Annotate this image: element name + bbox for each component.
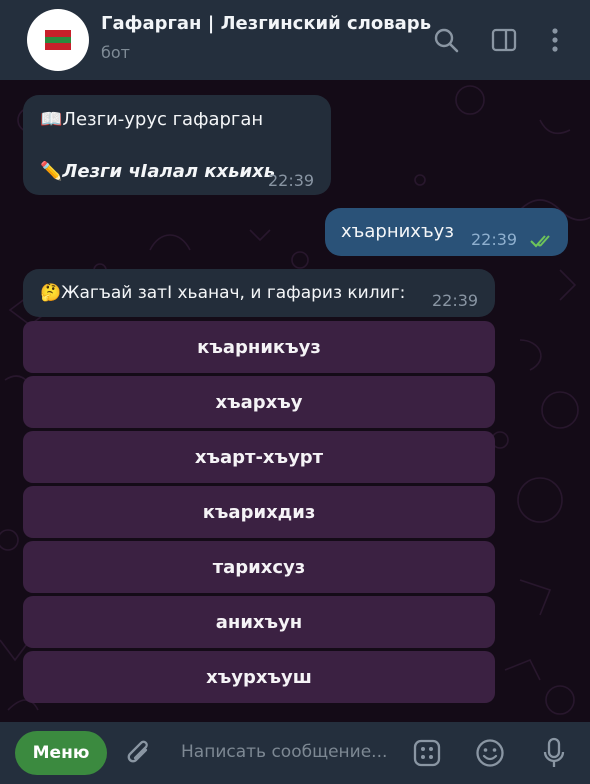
message-time: 22:39 xyxy=(268,171,315,190)
incoming-message[interactable]: 📖Лезги-урус гафарган ✏️Лезги чӀалал кхьи… xyxy=(23,95,331,195)
pencil-emoji: ✏️ xyxy=(40,161,63,182)
inline-keyboard-button[interactable]: анихъун xyxy=(23,596,495,648)
message-time: 22:39 xyxy=(432,291,479,310)
message-time: 22:39 xyxy=(471,230,518,249)
emoji-icon[interactable] xyxy=(473,736,507,770)
lezgin-flag-icon xyxy=(45,30,71,51)
bot-avatar[interactable] xyxy=(27,9,89,71)
message-text: 🤔Жагъай затӀ хьанач, и гафариз килиг: xyxy=(40,283,406,303)
search-icon[interactable] xyxy=(431,25,461,55)
more-vertical-icon[interactable] xyxy=(540,25,570,55)
chat-title[interactable]: Гафарган | Лезгинский словарь xyxy=(101,13,431,34)
menu-button[interactable]: Меню xyxy=(15,731,107,775)
outgoing-message[interactable]: хъарнихъуз 22:39 xyxy=(325,208,568,256)
attach-icon[interactable] xyxy=(122,736,156,770)
sidebar-toggle-icon[interactable] xyxy=(489,25,519,55)
double-check-icon xyxy=(530,235,550,248)
message-text: хъарнихъуз xyxy=(341,221,454,242)
chat-area[interactable]: 📖Лезги-урус гафарган ✏️Лезги чӀалал кхьи… xyxy=(0,80,590,722)
bot-commands-icon[interactable] xyxy=(410,736,444,770)
italic-text: Лезги чӀалал кхьихь xyxy=(62,161,276,182)
inline-keyboard-button[interactable]: хъурхъуш xyxy=(23,651,495,703)
inline-keyboard-button[interactable]: хъарт-хъурт xyxy=(23,431,495,483)
microphone-icon[interactable] xyxy=(537,736,571,770)
message-composer: Меню Написать сообщение... xyxy=(0,722,590,784)
message-text-line: ✏️Лезги чӀалал кхьихь xyxy=(40,161,275,182)
chat-header: Гафарган | Лезгинский словарь бот xyxy=(0,0,590,80)
chat-subtitle: бот xyxy=(101,43,130,62)
inline-keyboard-button[interactable]: тарихсуз xyxy=(23,541,495,593)
incoming-message[interactable]: 🤔Жагъай затӀ хьанач, и гафариз килиг: 22… xyxy=(23,269,495,317)
message-input[interactable]: Написать сообщение... xyxy=(181,742,391,762)
inline-keyboard-button[interactable]: къарникъуз xyxy=(23,321,495,373)
inline-keyboard-button[interactable]: хъархъу xyxy=(23,376,495,428)
inline-keyboard-button[interactable]: къарихдиз xyxy=(23,486,495,538)
message-text: 📖Лезги-урус гафарган xyxy=(40,109,264,130)
